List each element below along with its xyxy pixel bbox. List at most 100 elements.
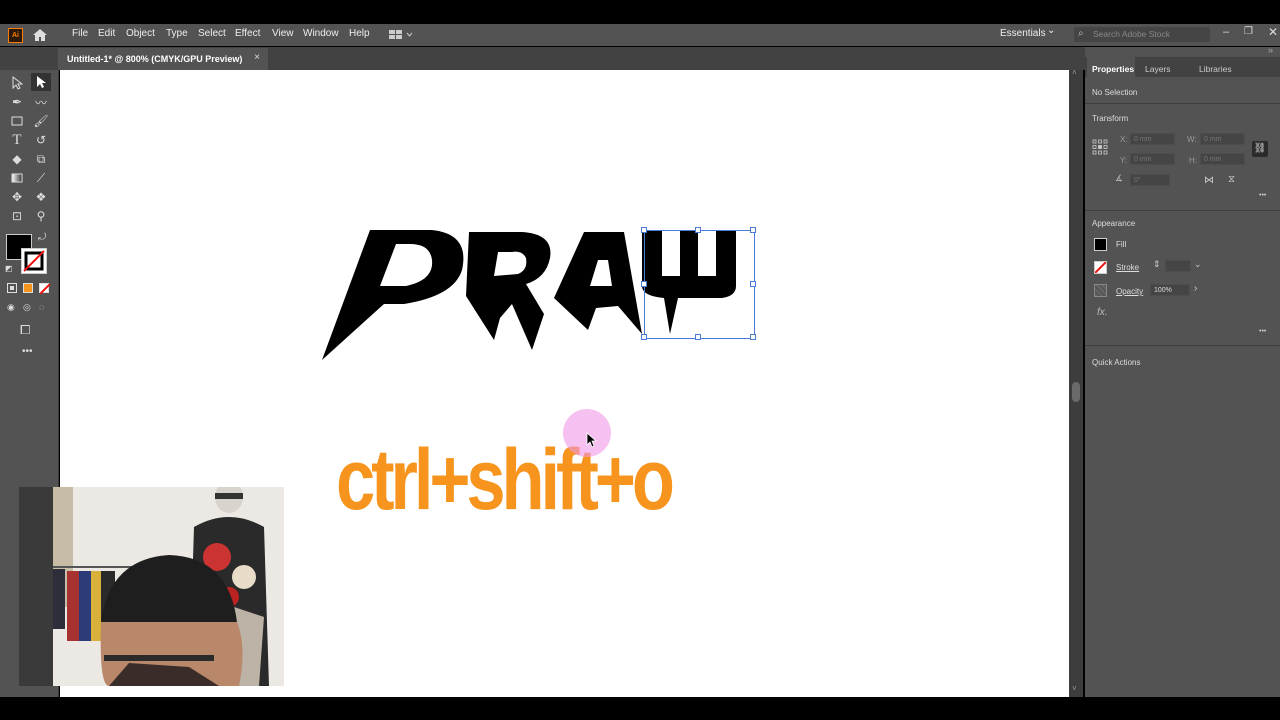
panel-collapse-icon[interactable]: » — [1268, 45, 1273, 55]
menu-effect[interactable]: Effect — [235, 28, 260, 39]
menu-bar: Ai File Edit Object Type Select Effect V… — [0, 24, 1280, 46]
workspace-switcher[interactable]: Essentials — [1000, 28, 1046, 39]
angle-icon: ∡ — [1115, 173, 1124, 183]
h-field[interactable]: 0 mm — [1200, 153, 1245, 165]
letter-r-shape — [466, 232, 551, 350]
rotate-field[interactable]: 0° — [1130, 174, 1170, 186]
stroke-swatch[interactable] — [21, 248, 47, 274]
letterbox-bottom — [0, 697, 1280, 720]
scale-tool-icon[interactable]: ⧉ — [32, 150, 50, 168]
selection-handle[interactable] — [750, 334, 756, 340]
menu-help[interactable]: Help — [349, 28, 370, 39]
draw-normal-icon[interactable]: ◉ — [7, 302, 15, 313]
scroll-down-icon[interactable]: ˅ — [1072, 684, 1077, 693]
opacity-link[interactable]: Opacity — [1116, 287, 1143, 296]
rectangle-tool-icon[interactable] — [8, 112, 26, 130]
color-mode-icon[interactable] — [7, 283, 17, 293]
rotate-tool-icon[interactable]: ↺ — [32, 131, 50, 149]
puppet-warp-tool-icon[interactable]: ✥ — [8, 188, 26, 206]
gradient-mode-icon[interactable] — [23, 283, 33, 293]
menu-object[interactable]: Object — [126, 28, 155, 39]
fx-icon[interactable]: fx. — [1097, 307, 1108, 318]
vertical-scrollbar[interactable]: ˄ ˅ — [1069, 68, 1083, 697]
opacity-icon — [1094, 284, 1107, 297]
scroll-up-icon[interactable]: ˄ — [1072, 68, 1077, 77]
w-label: W: — [1187, 135, 1197, 144]
direct-selection-tool-icon[interactable] — [31, 73, 51, 91]
reference-point-icon[interactable] — [1092, 139, 1108, 158]
selection-handle[interactable] — [695, 334, 701, 340]
stroke-link[interactable]: Stroke — [1116, 263, 1139, 272]
y-field[interactable]: 0 mm — [1130, 153, 1175, 165]
stroke-weight-field[interactable] — [1165, 260, 1191, 272]
tab-libraries[interactable]: Libraries — [1199, 64, 1232, 74]
arrange-documents-icon[interactable] — [388, 29, 414, 41]
minimize-icon[interactable]: – — [1223, 26, 1229, 38]
tab-properties[interactable]: Properties — [1092, 64, 1134, 74]
selection-tool-icon[interactable] — [8, 74, 26, 92]
shortcut-text[interactable]: ctrl+shift+o — [336, 430, 675, 530]
zoom-tool-icon[interactable]: ⚲ — [32, 207, 50, 225]
flip-vertical-icon[interactable]: ⧖ — [1228, 174, 1235, 185]
divider — [1085, 103, 1280, 104]
menu-select[interactable]: Select — [198, 28, 226, 39]
eraser-tool-icon[interactable]: ◆ — [8, 150, 26, 168]
divider — [1085, 210, 1280, 211]
gradient-tool-icon[interactable] — [8, 169, 26, 187]
y-label: Y: — [1120, 156, 1128, 165]
type-tool-icon[interactable]: T — [8, 131, 26, 149]
selection-handle[interactable] — [641, 334, 647, 340]
more-options-icon[interactable]: ••• — [1259, 192, 1266, 199]
w-field[interactable]: 0 mm — [1200, 133, 1245, 145]
h-label: H: — [1189, 156, 1197, 165]
draw-behind-icon[interactable]: ◎ — [23, 302, 31, 313]
selection-handle[interactable] — [695, 227, 701, 233]
appearance-title: Appearance — [1092, 219, 1136, 228]
symbol-sprayer-tool-icon[interactable]: ❖ — [32, 188, 50, 206]
constrain-proportions-icon[interactable]: ⛓ — [1252, 141, 1268, 157]
menu-file[interactable]: File — [72, 28, 88, 39]
menu-edit[interactable]: Edit — [98, 28, 115, 39]
x-field[interactable]: 0 mm — [1130, 133, 1175, 145]
menu-window[interactable]: Window — [303, 28, 339, 39]
eyedropper-tool-icon[interactable]: ⟋ — [32, 169, 50, 187]
home-icon[interactable] — [32, 28, 48, 42]
search-field[interactable]: ⌕ Search Adobe Stock — [1074, 27, 1210, 42]
document-tab[interactable]: Untitled-1* @ 800% (CMYK/GPU Preview) × — [58, 48, 268, 70]
restore-icon[interactable]: ❐ — [1244, 26, 1253, 37]
chevron-down-icon[interactable]: ⌄ — [1194, 259, 1202, 270]
menu-type[interactable]: Type — [166, 28, 188, 39]
selection-handle[interactable] — [750, 227, 756, 233]
selection-handle[interactable] — [750, 281, 756, 287]
stroke-stepper-icon[interactable]: ⇕ — [1153, 259, 1161, 270]
curvature-tool-icon[interactable]: 〰 — [32, 93, 50, 111]
selection-handle[interactable] — [641, 227, 647, 233]
draw-inside-icon[interactable]: ◌ — [39, 302, 44, 312]
close-window-icon[interactable]: ✕ — [1268, 25, 1278, 39]
document-tab-title: Untitled-1* @ 800% (CMYK/GPU Preview) — [67, 54, 243, 64]
scrollbar-thumb[interactable] — [1072, 382, 1080, 402]
close-tab-icon[interactable]: × — [254, 52, 260, 63]
opacity-field[interactable]: 100% — [1150, 284, 1190, 296]
more-tools-icon[interactable]: ••• — [22, 346, 33, 357]
selection-handle[interactable] — [641, 281, 647, 287]
flip-horizontal-icon[interactable]: ⋈ — [1204, 175, 1214, 186]
fill-color-swatch[interactable] — [1094, 238, 1107, 251]
none-mode-icon[interactable] — [39, 283, 51, 295]
paintbrush-tool-icon[interactable]: 🖌 — [32, 112, 50, 130]
artboard-tool-icon[interactable]: ⊡ — [8, 207, 26, 225]
webcam-overlay — [19, 487, 284, 686]
chevron-right-icon[interactable]: › — [1194, 283, 1197, 294]
swap-fill-stroke-icon[interactable]: ⤾ — [38, 232, 46, 243]
letter-d-shape — [322, 230, 464, 360]
default-fill-stroke-icon[interactable]: ◩ — [5, 264, 13, 273]
webcam-video-frame — [19, 487, 284, 686]
menu-view[interactable]: View — [272, 28, 294, 39]
chevron-down-icon[interactable]: ⌄ — [1047, 25, 1055, 36]
screen-mode-icon[interactable]: ⧠ — [20, 322, 30, 338]
pen-tool-icon[interactable]: ✒ — [8, 93, 26, 111]
more-options-icon[interactable]: ••• — [1259, 328, 1266, 335]
selection-bounding-box[interactable] — [644, 230, 755, 339]
tab-layers[interactable]: Layers — [1145, 64, 1171, 74]
stroke-color-swatch[interactable] — [1094, 261, 1107, 274]
